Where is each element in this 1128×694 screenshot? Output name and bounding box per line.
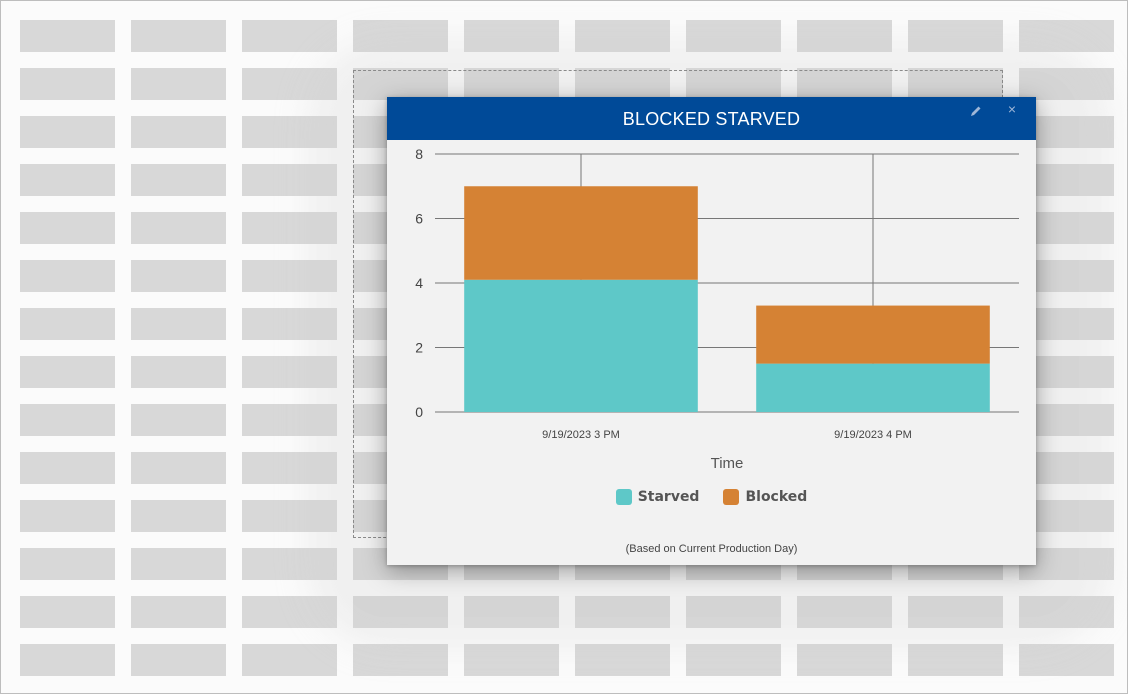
layout-placeholder-cell — [242, 20, 337, 52]
layout-placeholder-cell — [353, 20, 448, 52]
layout-placeholder-cell — [242, 548, 337, 580]
layout-placeholder-cell — [353, 644, 448, 676]
layout-placeholder-cell — [131, 356, 226, 388]
y-tick-label: 8 — [415, 146, 423, 162]
layout-placeholder-cell — [908, 644, 1003, 676]
layout-placeholder-cell — [242, 596, 337, 628]
layout-placeholder-cell — [908, 20, 1003, 52]
layout-placeholder-cell — [20, 500, 115, 532]
layout-placeholder-cell — [575, 20, 670, 52]
dialog-title: BLOCKED STARVED — [622, 109, 801, 129]
y-tick-label: 0 — [415, 404, 423, 420]
bar-starved-0[interactable] — [464, 279, 698, 412]
layout-placeholder-cell — [20, 644, 115, 676]
layout-placeholder-cell — [20, 452, 115, 484]
y-tick-label: 4 — [415, 275, 423, 291]
legend-label: Blocked — [745, 489, 808, 505]
layout-placeholder-cell — [242, 164, 337, 196]
layout-placeholder-cell — [131, 212, 226, 244]
layout-placeholder-cell — [20, 68, 115, 100]
close-icon[interactable]: × — [1005, 102, 1019, 116]
layout-placeholder-cell — [131, 260, 226, 292]
layout-placeholder-cell — [20, 116, 115, 148]
layout-placeholder-cell — [242, 452, 337, 484]
y-tick-label: 2 — [415, 340, 423, 356]
legend-swatch — [615, 489, 632, 505]
layout-placeholder-cell — [242, 260, 337, 292]
layout-placeholder-cell — [131, 500, 226, 532]
x-axis-title: Time — [711, 455, 744, 472]
layout-placeholder-cell — [20, 164, 115, 196]
layout-placeholder-cell — [575, 644, 670, 676]
y-tick-label: 6 — [415, 211, 423, 227]
layout-placeholder-cell — [797, 644, 892, 676]
layout-placeholder-cell — [242, 644, 337, 676]
legend-swatch — [723, 489, 740, 505]
layout-placeholder-cell — [1019, 644, 1114, 676]
layout-placeholder-cell — [242, 308, 337, 340]
layout-placeholder-cell — [686, 644, 781, 676]
layout-placeholder-cell — [242, 404, 337, 436]
layout-placeholder-cell — [20, 356, 115, 388]
layout-placeholder-cell — [686, 20, 781, 52]
layout-placeholder-cell — [20, 260, 115, 292]
x-tick-label: 9/19/2023 4 PM — [834, 429, 912, 441]
layout-placeholder-cell — [464, 20, 559, 52]
layout-placeholder-cell — [20, 596, 115, 628]
layout-placeholder-cell — [242, 212, 337, 244]
layout-placeholder-cell — [20, 404, 115, 436]
production-day-footnote: (Based on Current Production Day) — [625, 543, 798, 555]
legend-item-starved[interactable]: Starved — [615, 489, 700, 505]
layout-placeholder-cell — [131, 644, 226, 676]
layout-placeholder-cell — [20, 308, 115, 340]
legend-item-blocked[interactable]: Blocked — [723, 489, 807, 505]
bar-starved-1[interactable] — [756, 363, 990, 412]
layout-placeholder-cell — [131, 20, 226, 52]
layout-placeholder-cell — [20, 212, 115, 244]
bar-blocked-0[interactable] — [464, 186, 698, 280]
layout-placeholder-cell — [131, 116, 226, 148]
layout-placeholder-cell — [242, 356, 337, 388]
layout-placeholder-cell — [242, 500, 337, 532]
layout-placeholder-cell — [131, 68, 226, 100]
layout-placeholder-cell — [131, 164, 226, 196]
layout-placeholder-cell — [131, 452, 226, 484]
layout-placeholder-cell — [464, 644, 559, 676]
bar-blocked-1[interactable] — [756, 305, 990, 364]
layout-placeholder-cell — [242, 116, 337, 148]
layout-placeholder-cell — [242, 68, 337, 100]
dashboard-canvas: BLOCKED STARVED × 0 2 4 6 8 9/19/2023 3 PM 9/1… — [0, 0, 1128, 694]
layout-placeholder-cell — [131, 404, 226, 436]
pencil-icon[interactable] — [969, 104, 983, 118]
layout-placeholder-cell — [131, 308, 226, 340]
chart-widget-dialog[interactable]: BLOCKED STARVED × 0 2 4 6 8 9/19/2023 3 PM 9/1… — [387, 97, 1036, 565]
legend-label: Starved — [637, 489, 700, 505]
layout-placeholder-cell — [1019, 20, 1114, 52]
layout-placeholder-cell — [797, 20, 892, 52]
stacked-bar-chart: 0 2 4 6 8 9/19/2023 3 PM 9/19/2023 4 PM Time — [415, 146, 1019, 472]
layout-placeholder-cell — [20, 20, 115, 52]
dialog-header[interactable]: BLOCKED STARVED × — [387, 97, 1036, 140]
layout-placeholder-cell — [131, 548, 226, 580]
layout-placeholder-cell — [20, 548, 115, 580]
layout-placeholder-cell — [131, 596, 226, 628]
x-tick-label: 9/19/2023 3 PM — [542, 429, 620, 441]
chart-legend: Starved Blocked — [387, 489, 1036, 505]
